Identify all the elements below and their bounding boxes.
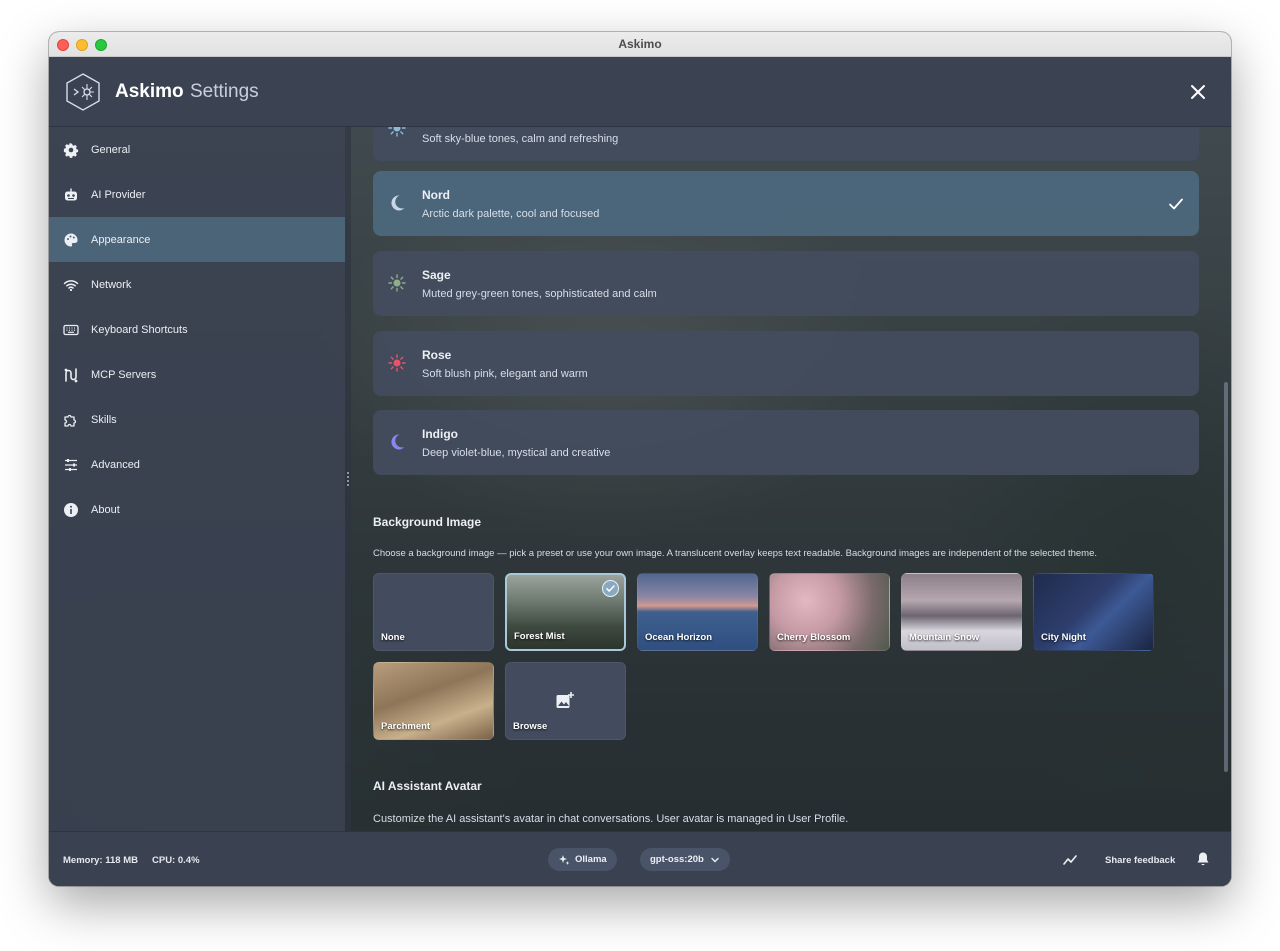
robot-icon [63,187,79,203]
bg-tile-ocean-horizon[interactable]: Ocean Horizon [637,573,758,651]
status-bar: Memory: 118 MB CPU: 0.4% Ollama gpt-oss:… [49,831,1231,886]
settings-content: Soft sky-blue tones, calm and refreshing… [351,127,1231,831]
app-window: Askimo Askimo Settings General AI Provid… [49,32,1231,886]
wifi-icon [63,277,79,293]
activity-chart-icon[interactable] [1063,853,1078,866]
theme-option-sky[interactable]: Soft sky-blue tones, calm and refreshing [373,127,1199,161]
sidebar-item-advanced[interactable]: Advanced [49,442,345,487]
theme-description: Deep violet-blue, mystical and creative [422,447,611,459]
theme-option-nord[interactable]: Nord Arctic dark palette, cool and focus… [373,171,1199,236]
theme-description: Muted grey-green tones, sophisticated an… [422,288,657,300]
theme-name: Nord [422,188,450,202]
bg-tile-cherry-blossom[interactable]: Cherry Blossom [769,573,890,651]
sliders-icon [63,457,79,473]
tile-label: City Night [1041,632,1086,643]
sidebar-item-label: General [91,143,131,156]
askimo-logo-icon [66,73,100,111]
sidebar-item-keyboard-shortcuts[interactable]: Keyboard Shortcuts [49,307,345,352]
provider-label: Ollama [575,854,607,865]
sun-icon [388,354,406,372]
close-icon[interactable] [1187,81,1209,103]
gear-icon [63,142,79,158]
window-controls [57,39,107,51]
settings-sidebar: General AI Provider Appearance Network K… [49,127,345,831]
settings-app: Askimo Settings General AI Provider Appe… [49,57,1231,886]
theme-description: Soft blush pink, elegant and warm [422,368,588,380]
theme-option-rose[interactable]: Rose Soft blush pink, elegant and warm [373,331,1199,396]
window-title: Askimo [618,37,662,51]
bg-tile-city-night[interactable]: City Night [1033,573,1154,651]
theme-description: Arctic dark palette, cool and focused [422,208,600,220]
title-bar[interactable]: Askimo [49,32,1231,57]
sidebar-item-about[interactable]: About [49,487,345,532]
window-maximize-button[interactable] [95,39,107,51]
window-close-button[interactable] [57,39,69,51]
sidebar-item-general[interactable]: General [49,127,345,172]
sidebar-item-ai-provider[interactable]: AI Provider [49,172,345,217]
sidebar-item-label: About [91,503,120,516]
theme-description: Soft sky-blue tones, calm and refreshing [422,133,619,145]
sidebar-item-label: Keyboard Shortcuts [91,323,188,336]
background-section-title: Background Image [373,515,482,529]
sidebar-item-label: Advanced [91,458,140,471]
window-minimize-button[interactable] [76,39,88,51]
theme-name: Sage [422,268,451,282]
model-selector[interactable]: gpt-oss:20b [640,848,730,871]
page-title: Settings [190,81,259,102]
sidebar-item-label: Network [91,278,132,291]
tile-label: Mountain Snow [909,632,980,643]
sidebar-item-label: Appearance [91,233,151,246]
bg-tile-none[interactable]: None [373,573,494,651]
avatar-section-description: Customize the AI assistant's avatar in c… [373,813,849,825]
bell-icon[interactable] [1196,851,1210,867]
info-icon [63,502,79,518]
chevron-down-icon [711,857,719,862]
bg-tile-forest-mist[interactable]: Forest Mist [505,573,626,651]
cpu-usage: CPU: 0.4% [152,855,200,866]
memory-usage: Memory: 118 MB [63,855,138,866]
provider-selector[interactable]: Ollama [548,848,617,871]
sun-icon [388,274,406,292]
bg-tile-mountain-snow[interactable]: Mountain Snow [901,573,1022,651]
sidebar-item-mcp-servers[interactable]: MCP Servers [49,352,345,397]
content-scrollbar[interactable] [1224,382,1228,772]
tile-label: Forest Mist [514,631,565,642]
resize-grip-icon [347,472,349,486]
tile-label: Cherry Blossom [777,632,851,643]
add-image-icon [556,692,574,708]
moon-icon [391,434,405,450]
sparkle-icon [559,854,570,865]
theme-option-indigo[interactable]: Indigo Deep violet-blue, mystical and cr… [373,410,1199,475]
keyboard-icon [63,322,79,338]
app-brand: Askimo [115,81,184,102]
share-feedback-link[interactable]: Share feedback [1105,855,1175,866]
model-label: gpt-oss:20b [650,854,704,865]
theme-name: Indigo [422,427,458,441]
sidebar-item-label: AI Provider [91,188,146,201]
checkmark-icon [602,580,619,597]
palette-icon [63,232,79,248]
moon-icon [391,195,405,211]
bg-tile-parchment[interactable]: Parchment [373,662,494,740]
tile-label: Ocean Horizon [645,632,713,643]
puzzle-icon [63,412,79,428]
background-section-description: Choose a background image — pick a prese… [373,548,1098,559]
mcp-icon [63,367,79,383]
theme-name: Rose [422,348,452,362]
sidebar-item-appearance[interactable]: Appearance [49,217,345,262]
tile-label: Parchment [381,721,431,732]
sidebar-item-label: MCP Servers [91,368,157,381]
sidebar-item-network[interactable]: Network [49,262,345,307]
sun-icon [388,127,406,137]
sidebar-item-label: Skills [91,413,117,426]
tile-label: Browse [513,721,548,732]
bg-tile-browse[interactable]: Browse [505,662,626,740]
checkmark-icon [1169,198,1183,210]
tile-label: None [381,632,405,643]
avatar-section-title: AI Assistant Avatar [373,779,482,793]
sidebar-item-skills[interactable]: Skills [49,397,345,442]
settings-header: Askimo Settings [49,57,1231,127]
theme-option-sage[interactable]: Sage Muted grey-green tones, sophisticat… [373,251,1199,316]
